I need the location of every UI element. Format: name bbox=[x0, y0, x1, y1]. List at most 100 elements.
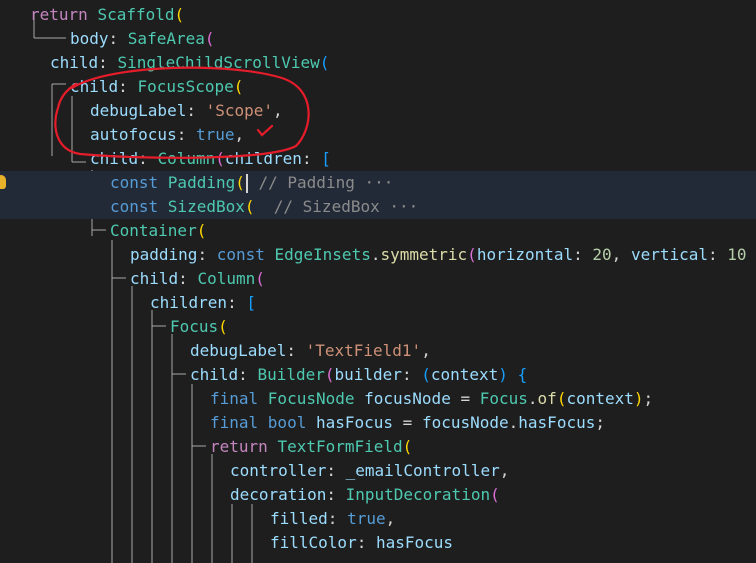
code-token: child bbox=[70, 77, 119, 96]
code-token: FocusNode bbox=[267, 389, 365, 408]
code-token: [ bbox=[246, 293, 256, 312]
code-text: child: Builder(builder: (context) { bbox=[190, 363, 527, 387]
code-line[interactable]: decoration: InputDecoration( bbox=[0, 483, 756, 507]
code-token: // Padding ··· bbox=[248, 173, 394, 192]
code-token: context bbox=[430, 365, 499, 384]
code-token: , bbox=[385, 509, 396, 528]
code-token: fillColor bbox=[270, 533, 357, 552]
code-line[interactable]: const Padding( // Padding ··· bbox=[0, 171, 756, 195]
code-line[interactable]: child: Column(children: [ bbox=[0, 147, 756, 171]
code-text: final bool hasFocus = focusNode.hasFocus… bbox=[210, 411, 605, 435]
code-line[interactable]: padding: const EdgeInsets.symmetric(hori… bbox=[0, 243, 756, 267]
code-token: : bbox=[108, 29, 128, 48]
code-line[interactable]: controller: _emailController, bbox=[0, 459, 756, 483]
code-line[interactable]: Container( bbox=[0, 219, 756, 243]
code-token: padding bbox=[130, 245, 198, 264]
code-line[interactable]: child: Builder(builder: (context) { bbox=[0, 363, 756, 387]
code-token: : bbox=[401, 365, 422, 384]
code-token: ) bbox=[498, 365, 508, 384]
code-token: Focus bbox=[170, 317, 219, 336]
code-line[interactable]: autofocus: true, bbox=[0, 123, 756, 147]
code-token: 'TextField1' bbox=[305, 341, 422, 360]
code-token: const bbox=[216, 245, 275, 264]
code-token: SizedBox bbox=[167, 197, 245, 216]
code-token: Column bbox=[197, 269, 256, 288]
code-token: true bbox=[195, 125, 235, 144]
code-text: const SizedBox( // SizedBox ··· bbox=[110, 195, 418, 219]
code-text: child: Column(children: [ bbox=[90, 147, 331, 171]
code-token: : bbox=[176, 125, 196, 144]
code-token: return bbox=[30, 5, 98, 24]
code-token: ( bbox=[421, 365, 431, 384]
code-line[interactable]: const SizedBox( // SizedBox ··· bbox=[0, 195, 756, 219]
code-token: : bbox=[118, 77, 138, 96]
code-token: ( bbox=[319, 53, 330, 72]
code-line[interactable]: child: FocusScope( bbox=[0, 75, 756, 99]
code-token: ; bbox=[643, 389, 654, 408]
code-token: child bbox=[130, 269, 179, 288]
code-token: : bbox=[98, 53, 118, 72]
code-token: // SizedBox ··· bbox=[254, 197, 419, 216]
code-token: ( bbox=[490, 485, 500, 504]
code-token: , bbox=[273, 101, 283, 120]
code-token: const bbox=[110, 197, 168, 216]
code-token: focusNode bbox=[421, 413, 509, 432]
code-line[interactable]: child: SingleChildScrollView( bbox=[0, 51, 756, 75]
code-token: ( bbox=[244, 197, 255, 216]
code-token: . bbox=[508, 413, 519, 432]
code-line[interactable]: final bool hasFocus = focusNode.hasFocus… bbox=[0, 411, 756, 435]
code-token: : bbox=[197, 245, 217, 264]
code-token: : bbox=[238, 365, 258, 384]
code-line[interactable]: filled: true, bbox=[0, 507, 756, 531]
code-token: debugLabel bbox=[90, 101, 187, 120]
code-token: child bbox=[190, 365, 239, 384]
code-line[interactable]: Focus( bbox=[0, 315, 756, 339]
code-text: decoration: InputDecoration( bbox=[230, 483, 500, 507]
code-line[interactable]: debugLabel: 'TextField1', bbox=[0, 339, 756, 363]
code-token: horizontal bbox=[476, 245, 574, 264]
code-token: hasFocus bbox=[375, 533, 454, 552]
code-token: ( bbox=[218, 317, 228, 336]
code-token: decoration bbox=[230, 485, 327, 504]
code-text: padding: const EdgeInsets.symmetric(hori… bbox=[130, 243, 747, 267]
code-text: autofocus: true, bbox=[90, 123, 244, 147]
code-text: debugLabel: 'Scope', bbox=[90, 99, 283, 123]
code-token: body bbox=[70, 29, 109, 48]
code-line[interactable]: debugLabel: 'Scope', bbox=[0, 99, 756, 123]
code-line[interactable]: children: [ bbox=[0, 291, 756, 315]
code-line[interactable]: final FocusNode focusNode = Focus.of(con… bbox=[0, 387, 756, 411]
code-token: ) bbox=[633, 389, 644, 408]
code-text: final FocusNode focusNode = Focus.of(con… bbox=[210, 387, 653, 411]
code-line[interactable]: child: Column( bbox=[0, 267, 756, 291]
code-line[interactable]: return TextFormField( bbox=[0, 435, 756, 459]
code-token: : bbox=[286, 341, 306, 360]
code-line[interactable]: return Scaffold( bbox=[0, 3, 756, 27]
code-token: autofocus bbox=[90, 125, 177, 144]
code-text: const Padding( // Padding ··· bbox=[110, 171, 393, 195]
code-token: final bbox=[210, 389, 268, 408]
code-token: FocusScope bbox=[137, 77, 234, 96]
code-token: Container bbox=[110, 221, 197, 240]
code-token: EdgeInsets bbox=[274, 245, 371, 264]
code-token: symmetric bbox=[380, 245, 468, 264]
code-line[interactable]: body: SafeArea( bbox=[0, 27, 756, 51]
code-token: : bbox=[326, 461, 346, 480]
code-token: ( bbox=[174, 5, 185, 24]
code-token: : bbox=[178, 269, 198, 288]
code-token: , bbox=[421, 341, 431, 360]
code-token: of bbox=[537, 389, 557, 408]
code-token: final bbox=[210, 413, 268, 432]
code-editor[interactable]: return Scaffold(body: SafeArea(child: Si… bbox=[0, 0, 756, 563]
code-token: ( bbox=[402, 437, 413, 456]
code-line[interactable]: fillColor: hasFocus bbox=[0, 531, 756, 555]
code-token: = bbox=[393, 413, 422, 432]
code-token: ( bbox=[467, 245, 477, 264]
code-text: return TextFormField( bbox=[210, 435, 412, 459]
code-token: , bbox=[611, 245, 631, 264]
code-token: vertical bbox=[630, 245, 708, 264]
code-token: builder bbox=[334, 365, 402, 384]
code-token: ( bbox=[556, 389, 567, 408]
code-text: debugLabel: 'TextField1', bbox=[190, 339, 431, 363]
lightbulb-icon[interactable] bbox=[0, 175, 6, 189]
code-token: true bbox=[347, 509, 386, 528]
